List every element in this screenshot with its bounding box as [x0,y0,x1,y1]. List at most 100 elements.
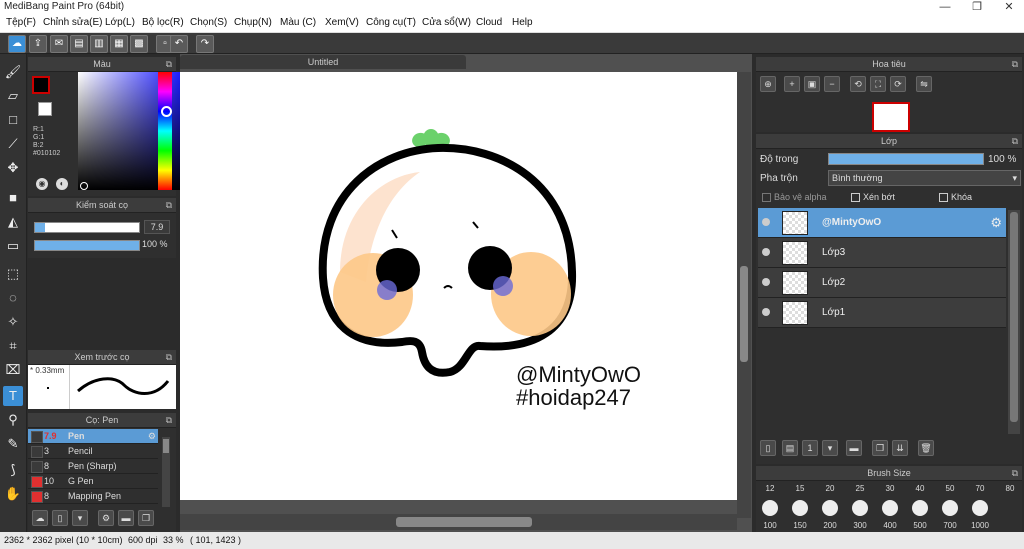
brush-size-preset[interactable]: 40 [905,484,935,493]
add-layer-dropdown-icon[interactable]: ▾ [822,440,838,456]
navigator-thumbnail[interactable] [872,102,910,132]
eyedropper-icon[interactable]: ⟆ [3,460,23,480]
layer-folder-icon[interactable]: ▬ [846,440,862,456]
text-tool-icon[interactable]: T [3,386,23,406]
scrollbar-thumb[interactable] [1010,212,1018,422]
menu-select[interactable]: Chọn(S) [190,14,227,32]
brush-size-dot[interactable] [912,500,928,516]
layer-row[interactable]: Lớp1 [758,298,1006,328]
document-tab[interactable]: Untitled [180,55,466,69]
reset-view-icon[interactable]: ⛶ [870,76,886,92]
brush-size-preset[interactable]: 400 [875,521,905,530]
cloud-brush-icon[interactable]: ☁ [32,510,48,526]
color-picker-cursor[interactable] [80,182,88,190]
brush-size-preset[interactable]: 150 [785,521,815,530]
brush-size-preset[interactable]: 700 [935,521,965,530]
new-1bit-layer-icon[interactable]: 1 [802,440,818,456]
background-color-swatch[interactable] [38,102,52,116]
new-document-icon[interactable]: ▤ [70,35,88,53]
brush-size-preset[interactable]: 200 [815,521,845,530]
select-pen-icon[interactable]: ⌗ [3,336,23,356]
hue-slider-handle[interactable] [161,106,172,117]
operation-tool-icon[interactable]: ⚲ [3,410,23,430]
rotate-right-icon[interactable]: ⟳ [890,76,906,92]
menu-edit[interactable]: Chỉnh sửa(E) [43,14,103,32]
popout-icon[interactable]: ⧉ [166,57,172,71]
merge-layer-icon[interactable]: ⇊ [892,440,908,456]
zoom-out-icon[interactable]: − [824,76,840,92]
blend-mode-select[interactable]: Bình thường ▾ [828,170,1021,186]
hand-tool-icon[interactable]: ✋ [3,484,23,504]
protect-alpha-checkbox[interactable] [762,193,771,202]
brush-size-preset[interactable]: 25 [845,484,875,493]
maximize-button[interactable]: ❐ [962,0,992,14]
eraser-tool-icon[interactable]: ▱ [3,86,23,106]
undo-icon[interactable]: ↶ [170,35,188,53]
page-icon[interactable]: ▥ [90,35,108,53]
bucket-tool-icon[interactable]: ◭ [3,212,23,232]
menu-file[interactable]: Tệp(F) [6,14,36,32]
popout-icon[interactable]: ⧉ [1012,466,1018,480]
lock-checkbox[interactable] [939,193,948,202]
brush-size-dot[interactable] [882,500,898,516]
brush-size-dot[interactable] [792,500,808,516]
duplicate-layer-icon[interactable]: ❐ [872,440,888,456]
brush-size-preset[interactable]: 15 [785,484,815,493]
brush-settings-icon[interactable]: ⚙ [98,510,114,526]
comment-icon[interactable]: ✉ [50,35,68,53]
brush-size-preset[interactable]: 500 [905,521,935,530]
menu-help[interactable]: Help [512,14,533,32]
brush-list-scrollbar[interactable] [162,437,170,507]
brush-item[interactable]: 8 Mapping Pen [28,489,158,504]
layer-row[interactable]: @MintyOwO ⚙ [758,208,1006,238]
brush-size-preset[interactable]: 12 [755,484,785,493]
redo-icon[interactable]: ↷ [196,35,214,53]
menu-cloud[interactable]: Cloud [476,14,502,32]
brush-size-preset[interactable]: 1000 [965,521,995,530]
add-brush-icon[interactable]: ▾ [72,510,88,526]
gear-icon[interactable]: ⚙ [990,208,1002,237]
rotate-left-icon[interactable]: ⟲ [850,76,866,92]
brush-item[interactable]: 3 Pencil [28,444,158,459]
brush-size-preset[interactable]: 70 [965,484,995,493]
duplicate-brush-icon[interactable]: ❐ [138,510,154,526]
panels-icon[interactable]: ▦ [110,35,128,53]
menu-layer[interactable]: Lớp(L) [105,14,135,32]
popout-icon[interactable]: ⧉ [1012,134,1018,148]
folder-icon[interactable]: ▬ [118,510,134,526]
brush-size-preset[interactable]: 80 [995,484,1024,493]
drawing-canvas[interactable]: @MintyOwO #hoidap247 [180,72,737,500]
brush-size-preset[interactable]: 100 [755,521,785,530]
move-tool-icon[interactable]: ✥ [3,158,23,178]
menu-color[interactable]: Màu (C) [280,14,316,32]
hue-slider[interactable] [158,72,172,190]
dropper-tool-icon[interactable]: ✎ [3,434,23,454]
delete-layer-icon[interactable]: 🗑 [918,440,934,456]
brush-size-dot[interactable] [942,500,958,516]
brush-size-preset[interactable]: 20 [815,484,845,493]
scrollbar-thumb[interactable] [163,439,169,453]
lasso-tool-icon[interactable]: ◌ [3,288,23,308]
close-button[interactable]: ✕ [994,0,1024,14]
magic-wand-icon[interactable]: ✧ [3,312,23,332]
zoom-in-icon[interactable]: + [784,76,800,92]
brush-size-preset[interactable]: 50 [935,484,965,493]
brush-size-dot[interactable] [852,500,868,516]
brush-size-preset[interactable]: 300 [845,521,875,530]
popout-icon[interactable]: ⧉ [166,350,172,364]
foreground-color-swatch[interactable] [32,76,50,94]
new-brush-icon[interactable]: ▯ [52,510,68,526]
brush-item[interactable]: 7.9 Pen ⚙ [28,429,158,444]
line-tool-icon[interactable]: ⟋ [3,134,23,154]
eye-icon[interactable] [762,218,770,226]
new-layer-icon[interactable]: ▯ [760,440,776,456]
layer-opacity-slider[interactable] [828,153,984,165]
eye-icon[interactable] [762,308,770,316]
palette-icon[interactable]: ◉ [36,178,48,190]
select-eraser-icon[interactable]: ⌧ [3,360,23,380]
color-wheel-icon[interactable]: ◐ [56,178,68,190]
brush-opacity-slider[interactable] [34,240,140,251]
brush-item[interactable]: 8 Pen (Sharp) [28,459,158,474]
layer-row[interactable]: Lớp3 [758,238,1006,268]
popout-icon[interactable]: ⧉ [166,198,172,212]
